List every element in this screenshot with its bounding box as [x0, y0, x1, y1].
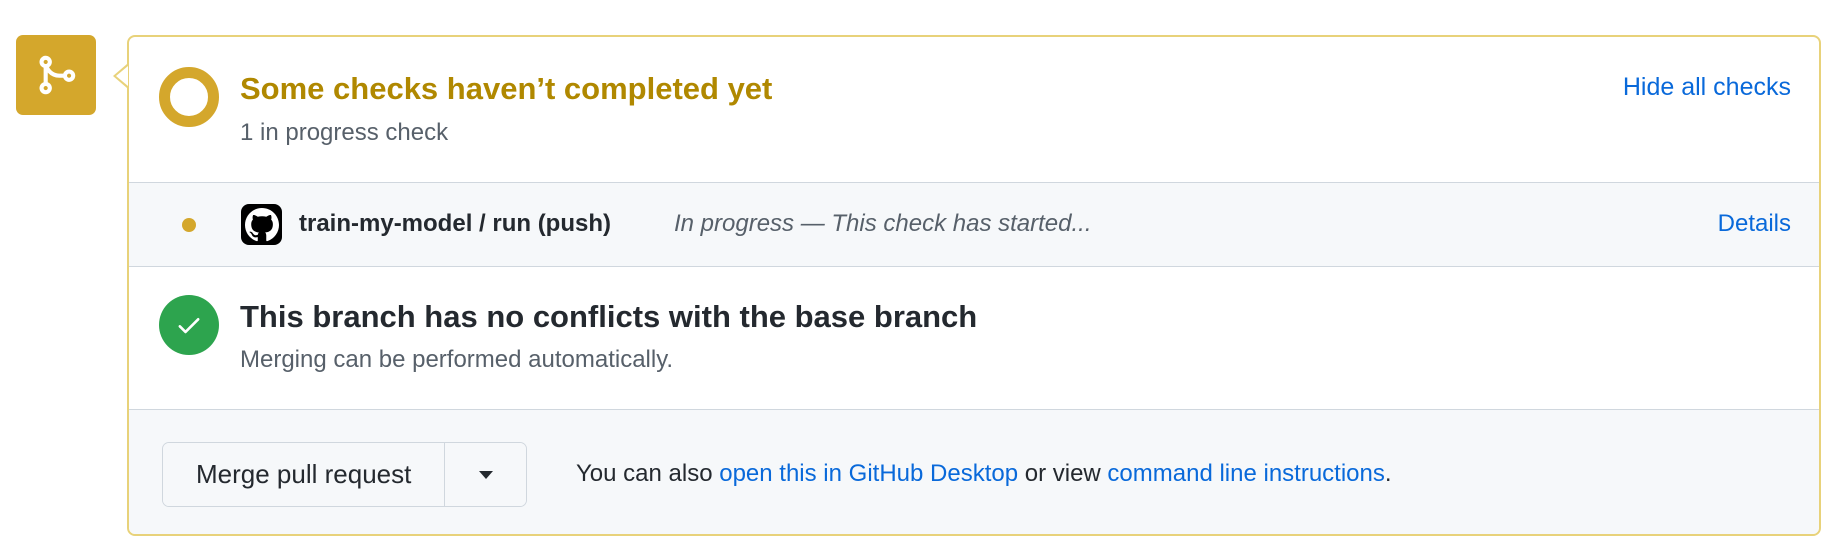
help-middle: or view: [1018, 460, 1108, 487]
merge-button-group: Merge pull request: [162, 442, 528, 507]
command-line-instructions-link[interactable]: command line instructions: [1107, 460, 1384, 487]
check-icon: [159, 295, 219, 355]
merge-box: Some checks haven’t completed yet 1 in p…: [127, 35, 1821, 536]
merge-help-text: You can also open this in GitHub Desktop…: [576, 460, 1392, 488]
help-prefix: You can also: [576, 460, 720, 487]
triangle-down-icon: [478, 470, 493, 479]
git-merge-icon: [39, 55, 76, 95]
pending-ring-icon: [159, 67, 219, 127]
checks-title: Some checks haven’t completed yet: [240, 71, 773, 106]
checks-summary: Some checks haven’t completed yet 1 in p…: [129, 37, 1819, 182]
check-status: In progress — This check has started...: [674, 210, 1092, 237]
open-in-desktop-link[interactable]: open this in GitHub Desktop: [719, 460, 1018, 487]
conflicts-subtitle: Merging can be performed automatically.: [240, 346, 674, 373]
conflicts-summary: This branch has no conflicts with the ba…: [129, 267, 1819, 410]
conflicts-title: This branch has no conflicts with the ba…: [240, 299, 978, 334]
merge-method-dropdown-button[interactable]: [445, 443, 527, 506]
merge-actions: Merge pull request You can also open thi…: [129, 410, 1819, 534]
in-progress-dot-icon: [182, 218, 196, 232]
github-octocat-icon: [241, 204, 282, 245]
merge-pull-request-button[interactable]: Merge pull request: [163, 443, 446, 506]
checks-subtitle: 1 in progress check: [240, 119, 449, 146]
check-details-link[interactable]: Details: [1718, 210, 1791, 238]
panel-pointer-fill: [116, 66, 128, 86]
check-row: train-my-model / run (push) In progress …: [129, 182, 1819, 267]
git-merge-icon-badge: [16, 35, 96, 115]
hide-all-checks-link[interactable]: Hide all checks: [1623, 73, 1791, 102]
help-suffix: .: [1384, 460, 1392, 487]
check-name: train-my-model / run (push): [299, 210, 611, 237]
